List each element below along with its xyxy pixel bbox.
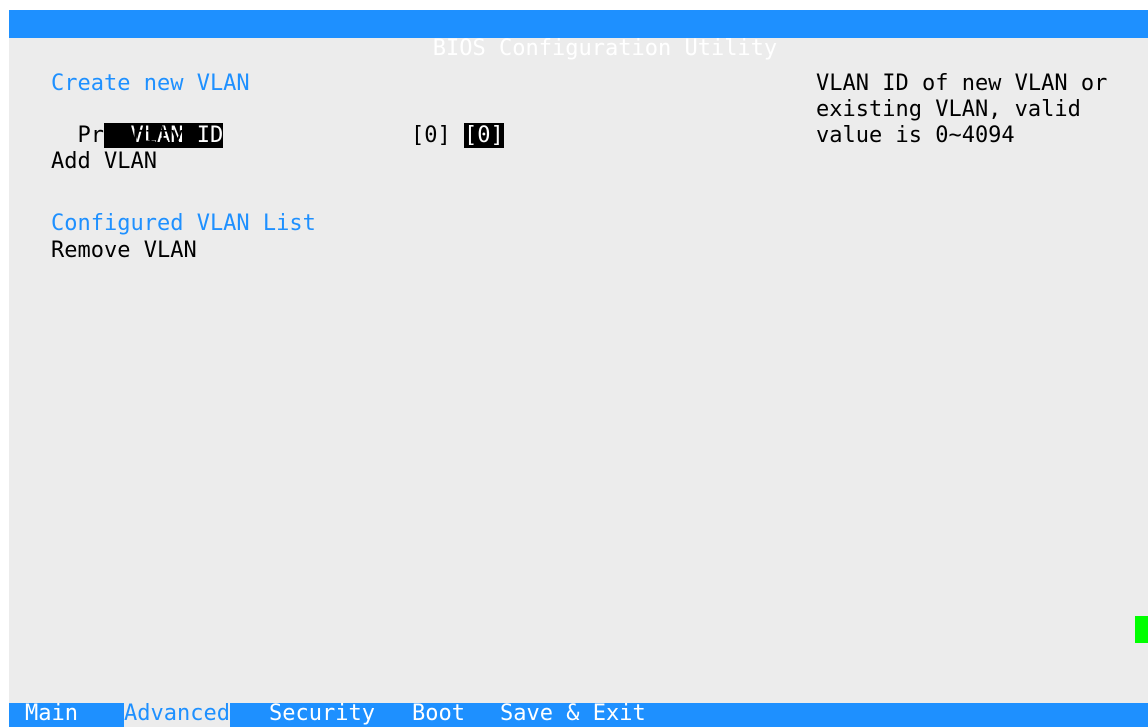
help-line: value is 0~4094 (816, 123, 1015, 148)
create-vlan-heading: Create new VLAN (51, 71, 250, 96)
menu-item-boot[interactable]: Boot (412, 701, 465, 727)
priority-label: Priority (77, 123, 184, 148)
menu-item-main[interactable]: Main (25, 701, 78, 727)
bios-screen: BIOS Configuration Utility Create new VL… (9, 10, 1148, 727)
menu-item-advanced[interactable]: Advanced (124, 701, 230, 727)
window-title: BIOS Configuration Utility (432, 36, 778, 61)
menu-item-save-exit[interactable]: Save & Exit (500, 701, 646, 727)
help-line: existing VLAN, valid (816, 97, 1081, 122)
menu-bar: Main Advanced Security Boot Save & Exit (9, 701, 1148, 727)
help-line: VLAN ID of new VLAN or (816, 71, 1108, 96)
remove-vlan-action[interactable]: Remove VLAN (51, 238, 197, 264)
priority-value[interactable]: [0] (411, 123, 451, 149)
title-bar: BIOS Configuration Utility (9, 10, 1148, 61)
vlan-id-value-text: [0] (463, 123, 504, 148)
menu-item-security[interactable]: Security (269, 701, 375, 727)
configured-vlan-list-heading: Configured VLAN List (51, 211, 316, 236)
add-vlan-action[interactable]: Add VLAN (51, 149, 157, 175)
priority-row[interactable]: Priority (51, 123, 184, 149)
scroll-indicator (1135, 616, 1148, 643)
